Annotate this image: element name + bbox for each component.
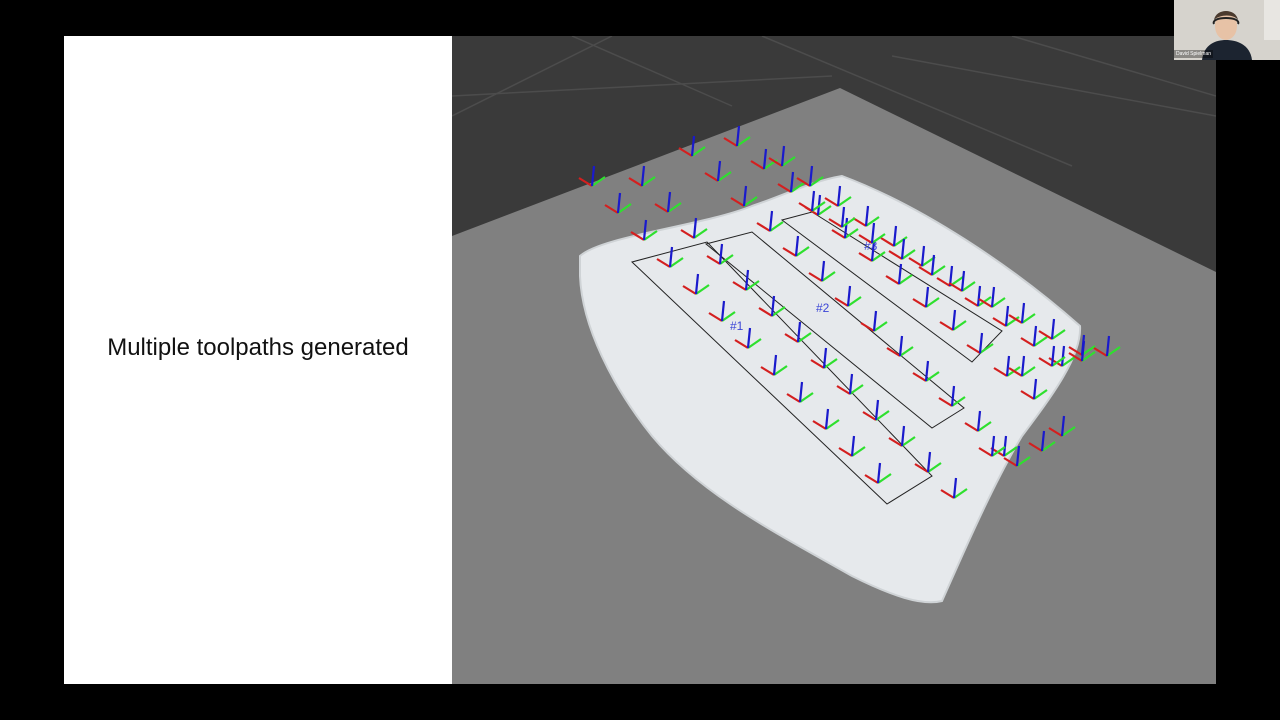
- 3d-scene: #1 #2 #3: [452, 36, 1216, 684]
- toolpath-label-2: #2: [816, 301, 830, 315]
- 3d-viewport[interactable]: #1 #2 #3: [452, 36, 1216, 684]
- slide-caption: Multiple toolpaths generated: [107, 334, 409, 361]
- toolpath-label-1: #1: [730, 319, 744, 333]
- participant-webcam: David Spielman: [1174, 0, 1280, 60]
- slide-text-panel: Multiple toolpaths generated: [64, 36, 452, 684]
- participant-name: David Spielman: [1174, 50, 1214, 58]
